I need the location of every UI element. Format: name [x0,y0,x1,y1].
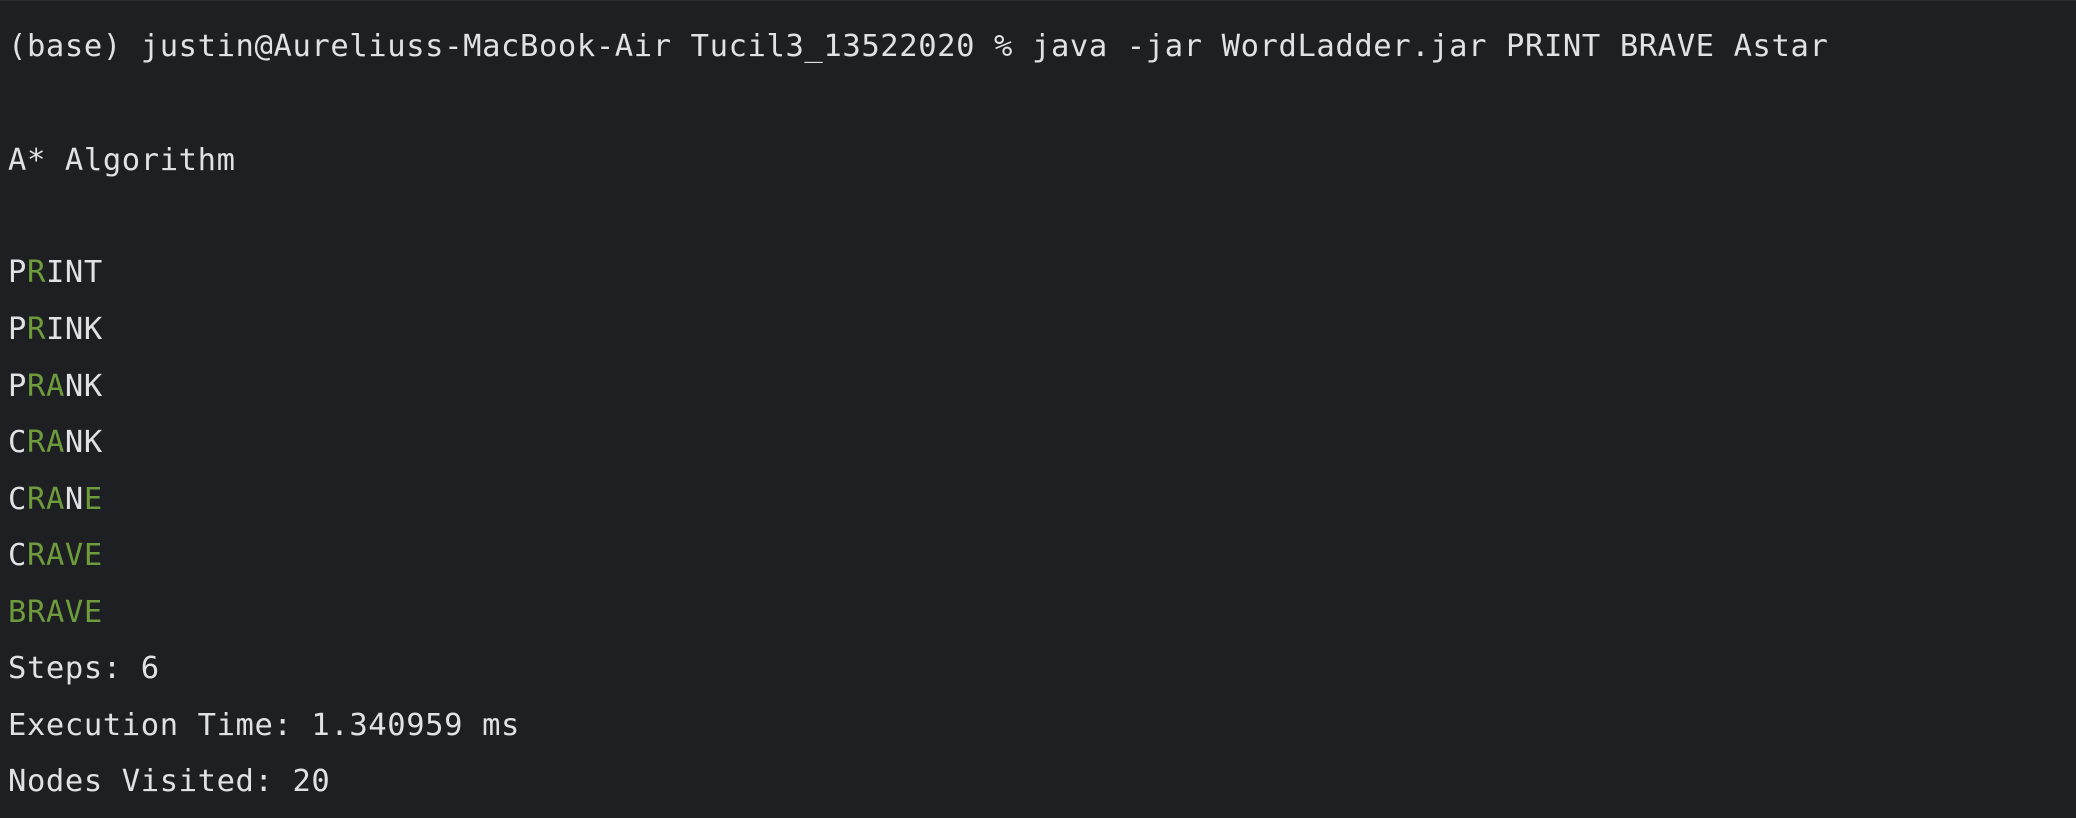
matched-letter: A [45,369,65,404]
ladder-word: CRANK [8,423,103,463]
letter: C [8,425,27,460]
ladder-word: PRINK [8,310,103,350]
ladder-word: CRAVE [8,536,103,576]
letter: P [8,255,27,290]
letter: P [8,312,27,347]
ladder-word: BRAVE [8,593,103,633]
matched-letter: E [83,482,103,517]
matched-letter: A [45,538,65,573]
matched-letter: A [45,595,65,630]
nodes-visited-line: Nodes Visited: 20 [8,764,331,799]
matched-letter: V [64,595,84,630]
matched-letter: E [83,538,103,573]
matched-letter: R [26,312,46,347]
matched-letter: A [45,425,65,460]
letter: K [83,312,103,347]
matched-letter: R [26,425,46,460]
letter: N [64,369,84,404]
letter: N [64,312,84,347]
letter: N [64,425,84,460]
terminal-window[interactable]: (base) justin@Aureliuss-MacBook-Air Tuci… [0,0,2076,818]
ladder-word: CRANE [8,480,103,520]
matched-letter: R [26,595,46,630]
algorithm-label: A* Algorithm [8,143,236,178]
letter: K [83,425,103,460]
matched-letter: R [26,482,46,517]
matched-letter: A [45,482,65,517]
command-line: (base) justin@Aureliuss-MacBook-Air Tuci… [8,29,1829,64]
matched-letter: R [26,369,46,404]
letter: N [64,482,84,517]
letter: T [83,255,103,290]
letter: I [45,255,65,290]
letter: C [8,482,27,517]
matched-letter: E [83,595,103,630]
matched-letter: R [26,255,46,290]
steps-line: Steps: 6 [8,651,160,686]
execution-time-line: Execution Time: 1.340959 ms [8,708,520,743]
matched-letter: R [26,538,46,573]
letter: N [64,255,84,290]
letter: K [83,369,103,404]
letter: C [8,538,27,573]
letter: I [45,312,65,347]
matched-letter: B [8,595,27,630]
ladder-word: PRINT [8,253,103,293]
ladder-word: PRANK [8,367,103,407]
letter: P [8,369,27,404]
matched-letter: V [64,538,84,573]
